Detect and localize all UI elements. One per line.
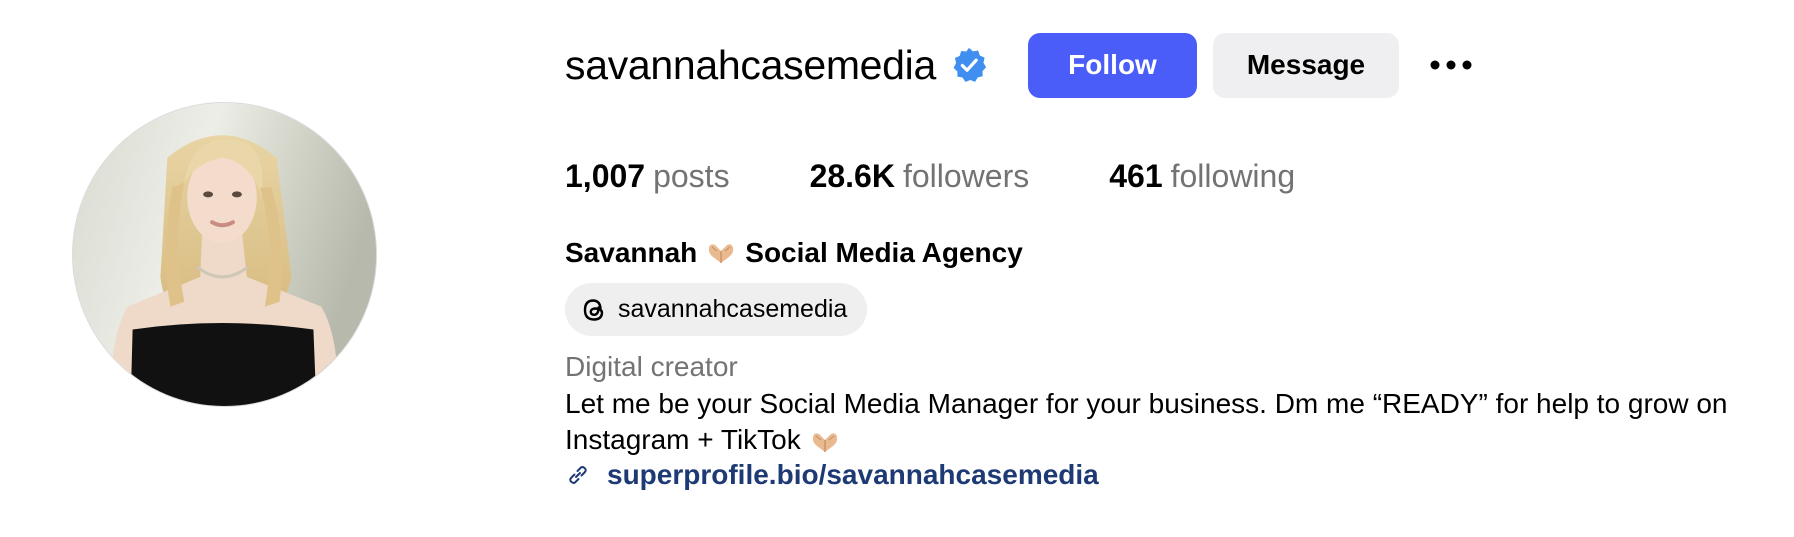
threads-handle: savannahcasemedia [618, 295, 848, 323]
profile-page: savannahcasemedia Follow Message 1,007 po… [0, 0, 1794, 537]
username: savannahcasemedia [565, 41, 936, 88]
follow-button[interactable]: Follow [1028, 32, 1197, 98]
bio-line-2-wrap: Instagram + TikTok [565, 422, 1790, 458]
bio-line-2: Instagram + TikTok [565, 424, 801, 455]
posts-label: posts [653, 158, 730, 194]
following-count: 461 [1109, 158, 1163, 194]
more-options-icon[interactable] [1423, 45, 1479, 85]
following-label: following [1170, 158, 1296, 194]
followers-count: 28.6K [809, 158, 895, 194]
posts-count: 1,007 [565, 158, 646, 194]
profile-header: savannahcasemedia Follow Message [565, 32, 1479, 98]
bio-link-text[interactable]: superprofile.bio/savannahcasemedia [607, 458, 1099, 492]
heart-hands-icon [811, 431, 839, 453]
verified-badge-icon [950, 46, 988, 84]
followers-label: followers [902, 158, 1030, 194]
message-button[interactable]: Message [1213, 32, 1399, 98]
threads-icon [579, 295, 609, 325]
link-icon [565, 462, 591, 488]
profile-stats: 1,007 posts 28.6K followers 461 following [565, 156, 1375, 196]
avatar-photo [73, 103, 376, 406]
display-name-first: Savannah [565, 237, 698, 268]
threads-link-chip[interactable]: savannahcasemedia [565, 283, 868, 336]
heart-hands-icon [707, 242, 735, 264]
followers-stat[interactable]: 28.6K followers [810, 156, 1030, 196]
bio-line-1: Let me be your Social Media Manager for … [565, 388, 1728, 419]
posts-stat: 1,007 posts [565, 156, 730, 196]
profile-avatar[interactable] [72, 102, 377, 407]
bio-link[interactable]: superprofile.bio/savannahcasemedia [565, 458, 1099, 492]
bio-text: Let me be your Social Media Manager for … [565, 386, 1790, 458]
display-name: Savannah Social Media Agency [565, 236, 1023, 270]
profile-category: Digital creator [565, 351, 738, 382]
display-name-rest: Social Media Agency [745, 237, 1023, 268]
following-stat[interactable]: 461 following [1109, 156, 1295, 196]
